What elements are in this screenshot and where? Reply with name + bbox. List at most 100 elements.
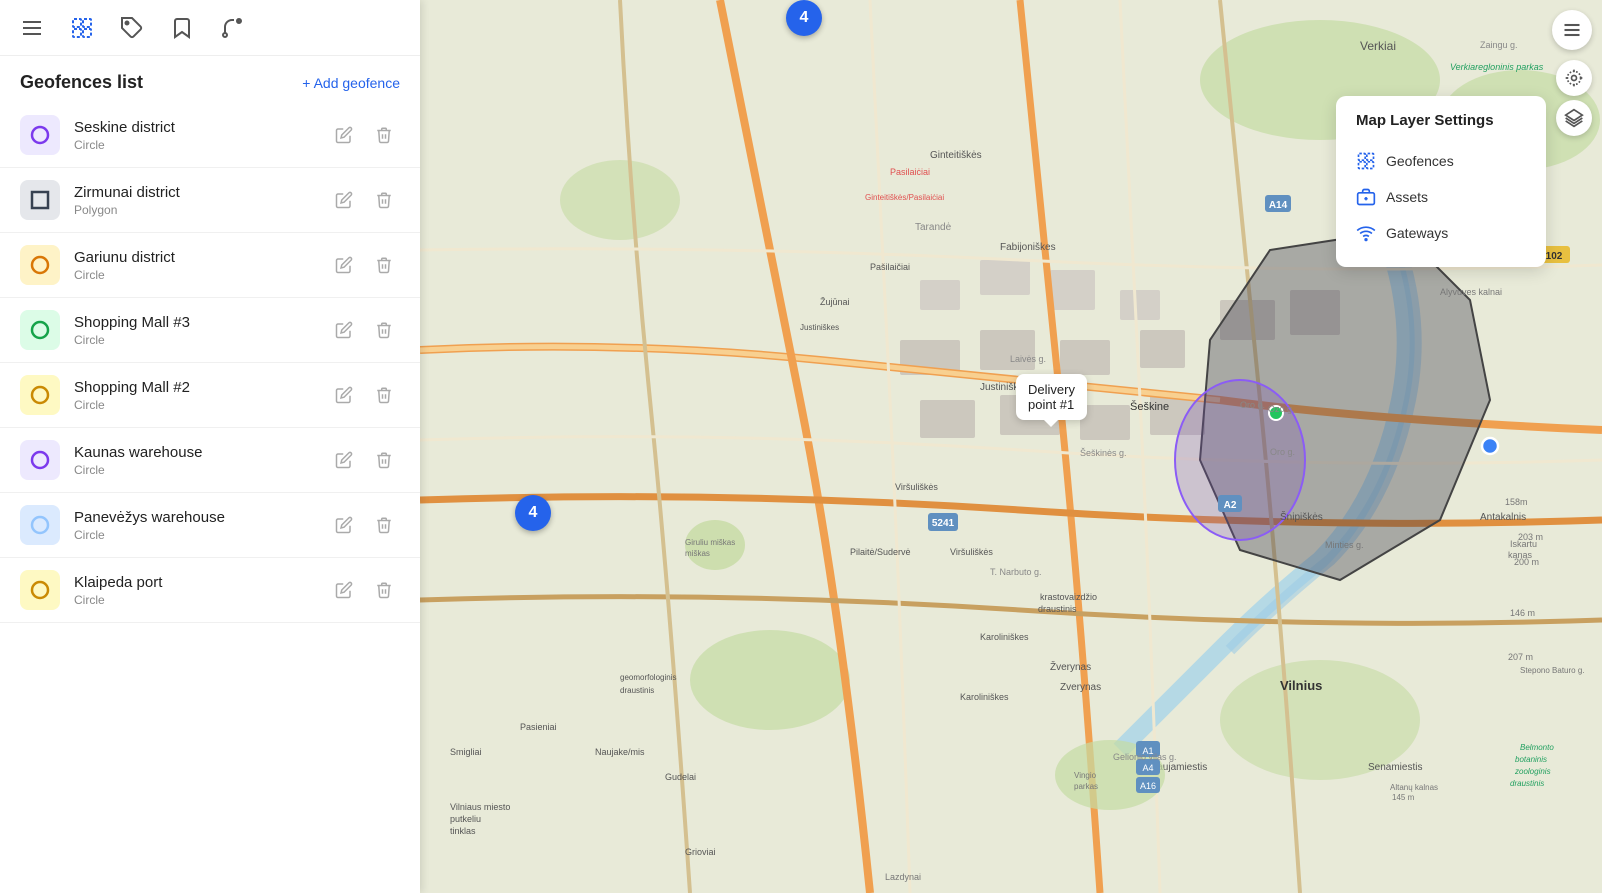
- geofence-actions: [328, 444, 400, 476]
- svg-text:102: 102: [1546, 251, 1563, 262]
- geofence-shape-icon: [20, 440, 60, 480]
- geofence-info: Seskine district Circle: [74, 119, 314, 152]
- delete-geofence-button[interactable]: [368, 184, 400, 216]
- geofence-type: Circle: [74, 593, 314, 607]
- assets-icon: [1356, 187, 1376, 207]
- geofence-actions: [328, 574, 400, 606]
- svg-text:Smigliai: Smigliai: [450, 747, 482, 757]
- route-tool-icon[interactable]: [216, 12, 248, 44]
- geofence-shape-icon: [20, 505, 60, 545]
- svg-text:Oro g.: Oro g.: [1270, 447, 1295, 457]
- svg-text:Gudelai: Gudelai: [665, 772, 696, 782]
- layer-geofences[interactable]: Geofences: [1356, 143, 1526, 179]
- geofence-name: Klaipeda port: [74, 574, 314, 591]
- geofence-shape-icon: [20, 245, 60, 285]
- cluster-badge-top[interactable]: 4: [786, 0, 822, 36]
- svg-text:Vingio: Vingio: [1074, 771, 1097, 780]
- svg-text:Naujake/mis: Naujake/mis: [595, 747, 645, 757]
- geofence-shape-icon: [20, 310, 60, 350]
- edit-geofence-button[interactable]: [328, 314, 360, 346]
- geofence-actions: [328, 184, 400, 216]
- geofence-item: Kaunas warehouse Circle: [0, 428, 420, 493]
- geofence-type: Circle: [74, 398, 314, 412]
- svg-text:A2: A2: [1224, 500, 1237, 511]
- edit-geofence-button[interactable]: [328, 184, 360, 216]
- svg-text:T. Narbuto g.: T. Narbuto g.: [990, 567, 1042, 577]
- tag-tool-icon[interactable]: [116, 12, 148, 44]
- svg-text:draustinis: draustinis: [1038, 604, 1077, 614]
- map-area[interactable]: Tarandė Pasilaiċiai Ginteitiškės/Pasilai…: [420, 0, 1602, 893]
- svg-text:draustinis: draustinis: [620, 686, 654, 695]
- edit-geofence-button[interactable]: [328, 379, 360, 411]
- edit-geofence-button[interactable]: [328, 249, 360, 281]
- svg-text:Žujūnai: Žujūnai: [820, 297, 850, 307]
- svg-text:A4: A4: [1142, 763, 1153, 773]
- geofence-actions: [328, 314, 400, 346]
- svg-text:Tarandė: Tarandė: [915, 222, 952, 233]
- svg-text:parkas: parkas: [1074, 782, 1098, 791]
- svg-text:Minties g.: Minties g.: [1325, 540, 1364, 550]
- delete-geofence-button[interactable]: [368, 574, 400, 606]
- hamburger-menu-icon[interactable]: [16, 12, 48, 44]
- gateways-icon: [1356, 223, 1376, 243]
- svg-text:Altanų kalnas: Altanų kalnas: [1390, 783, 1438, 792]
- svg-text:207 m: 207 m: [1508, 652, 1533, 662]
- svg-text:146 m: 146 m: [1510, 608, 1535, 618]
- delete-geofence-button[interactable]: [368, 509, 400, 541]
- svg-text:Justiniškes: Justiniškes: [800, 323, 839, 332]
- geofences-list-title: Geofences list: [20, 72, 143, 93]
- map-controls: [1556, 60, 1592, 136]
- svg-text:Karoliniškes: Karoliniškes: [980, 632, 1029, 642]
- edit-geofence-button[interactable]: [328, 574, 360, 606]
- svg-text:Verkiai: Verkiai: [1360, 39, 1396, 53]
- layer-gateways[interactable]: Gateways: [1356, 215, 1526, 251]
- add-geofence-button[interactable]: + Add geofence: [302, 75, 400, 91]
- geofences-icon: [1356, 151, 1376, 171]
- edit-geofence-button[interactable]: [328, 119, 360, 151]
- svg-text:Vilnius: Vilnius: [1280, 678, 1322, 693]
- svg-text:Lazdynai: Lazdynai: [885, 872, 921, 882]
- geofence-actions: [328, 379, 400, 411]
- svg-text:5241: 5241: [932, 518, 955, 529]
- geofence-type: Circle: [74, 463, 314, 477]
- geofence-item: Panevėžys warehouse Circle: [0, 493, 420, 558]
- geofence-shape-icon: [20, 375, 60, 415]
- geofence-shape-icon: [20, 180, 60, 220]
- edit-geofence-button[interactable]: [328, 444, 360, 476]
- edit-geofence-button[interactable]: [328, 509, 360, 541]
- svg-text:putkeliu: putkeliu: [450, 814, 481, 824]
- delete-geofence-button[interactable]: [368, 444, 400, 476]
- geofences-layer-label: Geofences: [1386, 153, 1454, 169]
- delete-geofence-button[interactable]: [368, 249, 400, 281]
- layer-assets[interactable]: Assets: [1356, 179, 1526, 215]
- svg-text:Šeškinės g.: Šeškinės g.: [1080, 448, 1127, 458]
- svg-text:Zverynas: Zverynas: [1060, 682, 1101, 693]
- svg-text:Pašilaičiai: Pašilaičiai: [870, 262, 910, 272]
- layer-settings-title: Map Layer Settings: [1356, 112, 1526, 129]
- svg-text:kanas: kanas: [1508, 550, 1533, 560]
- delete-geofence-button[interactable]: [368, 119, 400, 151]
- svg-text:draustinis: draustinis: [1510, 779, 1544, 788]
- geofence-name: Shopping Mall #3: [74, 314, 314, 331]
- cluster-badge-center[interactable]: 4: [515, 495, 551, 531]
- svg-text:Senamiestis: Senamiestis: [1368, 762, 1422, 773]
- geofence-list: Seskine district Circle Zirmunai distric…: [0, 103, 420, 893]
- delete-geofence-button[interactable]: [368, 379, 400, 411]
- bookmark-tool-icon[interactable]: [166, 12, 198, 44]
- svg-text:Giruliu miškas: Giruliu miškas: [685, 538, 735, 547]
- layers-button[interactable]: [1556, 100, 1592, 136]
- svg-text:158m: 158m: [1505, 497, 1528, 507]
- svg-text:Gelionio vilas g.: Gelionio vilas g.: [1113, 752, 1177, 762]
- svg-text:Belmonto: Belmonto: [1520, 743, 1554, 752]
- svg-text:A16: A16: [1140, 781, 1156, 791]
- delete-geofence-button[interactable]: [368, 314, 400, 346]
- svg-text:Verkiaregloninis parkas: Verkiaregloninis parkas: [1450, 62, 1544, 72]
- svg-text:botaninis: botaninis: [1515, 755, 1547, 764]
- svg-text:zoologinis: zoologinis: [1514, 767, 1551, 776]
- geofence-tool-icon[interactable]: [66, 12, 98, 44]
- svg-text:Stepono Baturo g.: Stepono Baturo g.: [1520, 666, 1585, 675]
- geofence-name: Seskine district: [74, 119, 314, 136]
- top-right-menu-button[interactable]: [1552, 10, 1592, 50]
- geofence-shape-icon: [20, 570, 60, 610]
- location-button[interactable]: [1556, 60, 1592, 96]
